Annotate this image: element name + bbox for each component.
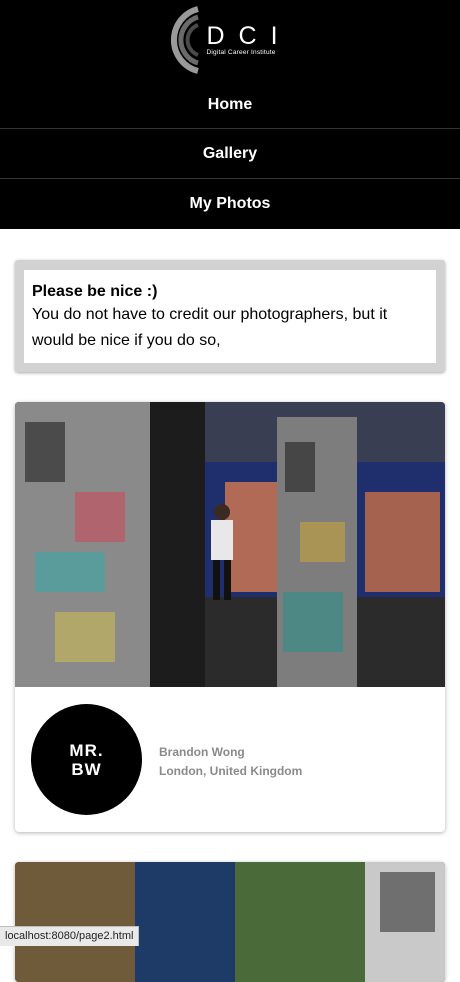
graffiti-photo[interactable] (15, 402, 445, 687)
status-bar-url: localhost:8080/page2.html (0, 926, 140, 946)
site-header: DCI Digital Career Institute Home Galler… (0, 0, 460, 229)
avatar-line-2: BW (71, 759, 102, 779)
photo-card (15, 862, 445, 982)
logo-text: DCI Digital Career Institute (206, 23, 291, 57)
nav-my-photos-link[interactable]: My Photos (0, 179, 460, 229)
notice-content: Please be nice :) You do not have to cre… (24, 270, 436, 363)
graffiti-photo[interactable] (15, 862, 445, 982)
notice-body: You do not have to credit our photograph… (32, 306, 388, 349)
photo-card: MR. BW Brandon Wong London, United Kingd… (15, 402, 445, 832)
dci-logo[interactable]: DCI Digital Career Institute (168, 5, 291, 75)
notice-title: Please be nice :) (32, 283, 158, 300)
author-name[interactable]: Brandon Wong (159, 743, 302, 762)
logo-area: DCI Digital Career Institute (0, 0, 460, 80)
nav-gallery-link[interactable]: Gallery (0, 129, 460, 179)
notice-box: Please be nice :) You do not have to cre… (15, 260, 445, 372)
logo-subtitle: Digital Career Institute (206, 49, 276, 56)
logo-letters: DCI (206, 22, 292, 50)
main-nav: Home Gallery My Photos (0, 80, 460, 229)
author-info: Brandon Wong London, United Kingdom (159, 743, 302, 781)
avatar[interactable]: MR. BW (31, 704, 142, 815)
avatar-line-1: MR. (69, 740, 104, 760)
nav-home-link[interactable]: Home (0, 80, 460, 129)
logo-arc-icon (171, 6, 200, 74)
author-location: London, United Kingdom (159, 764, 303, 778)
card-footer: MR. BW Brandon Wong London, United Kingd… (15, 687, 445, 832)
